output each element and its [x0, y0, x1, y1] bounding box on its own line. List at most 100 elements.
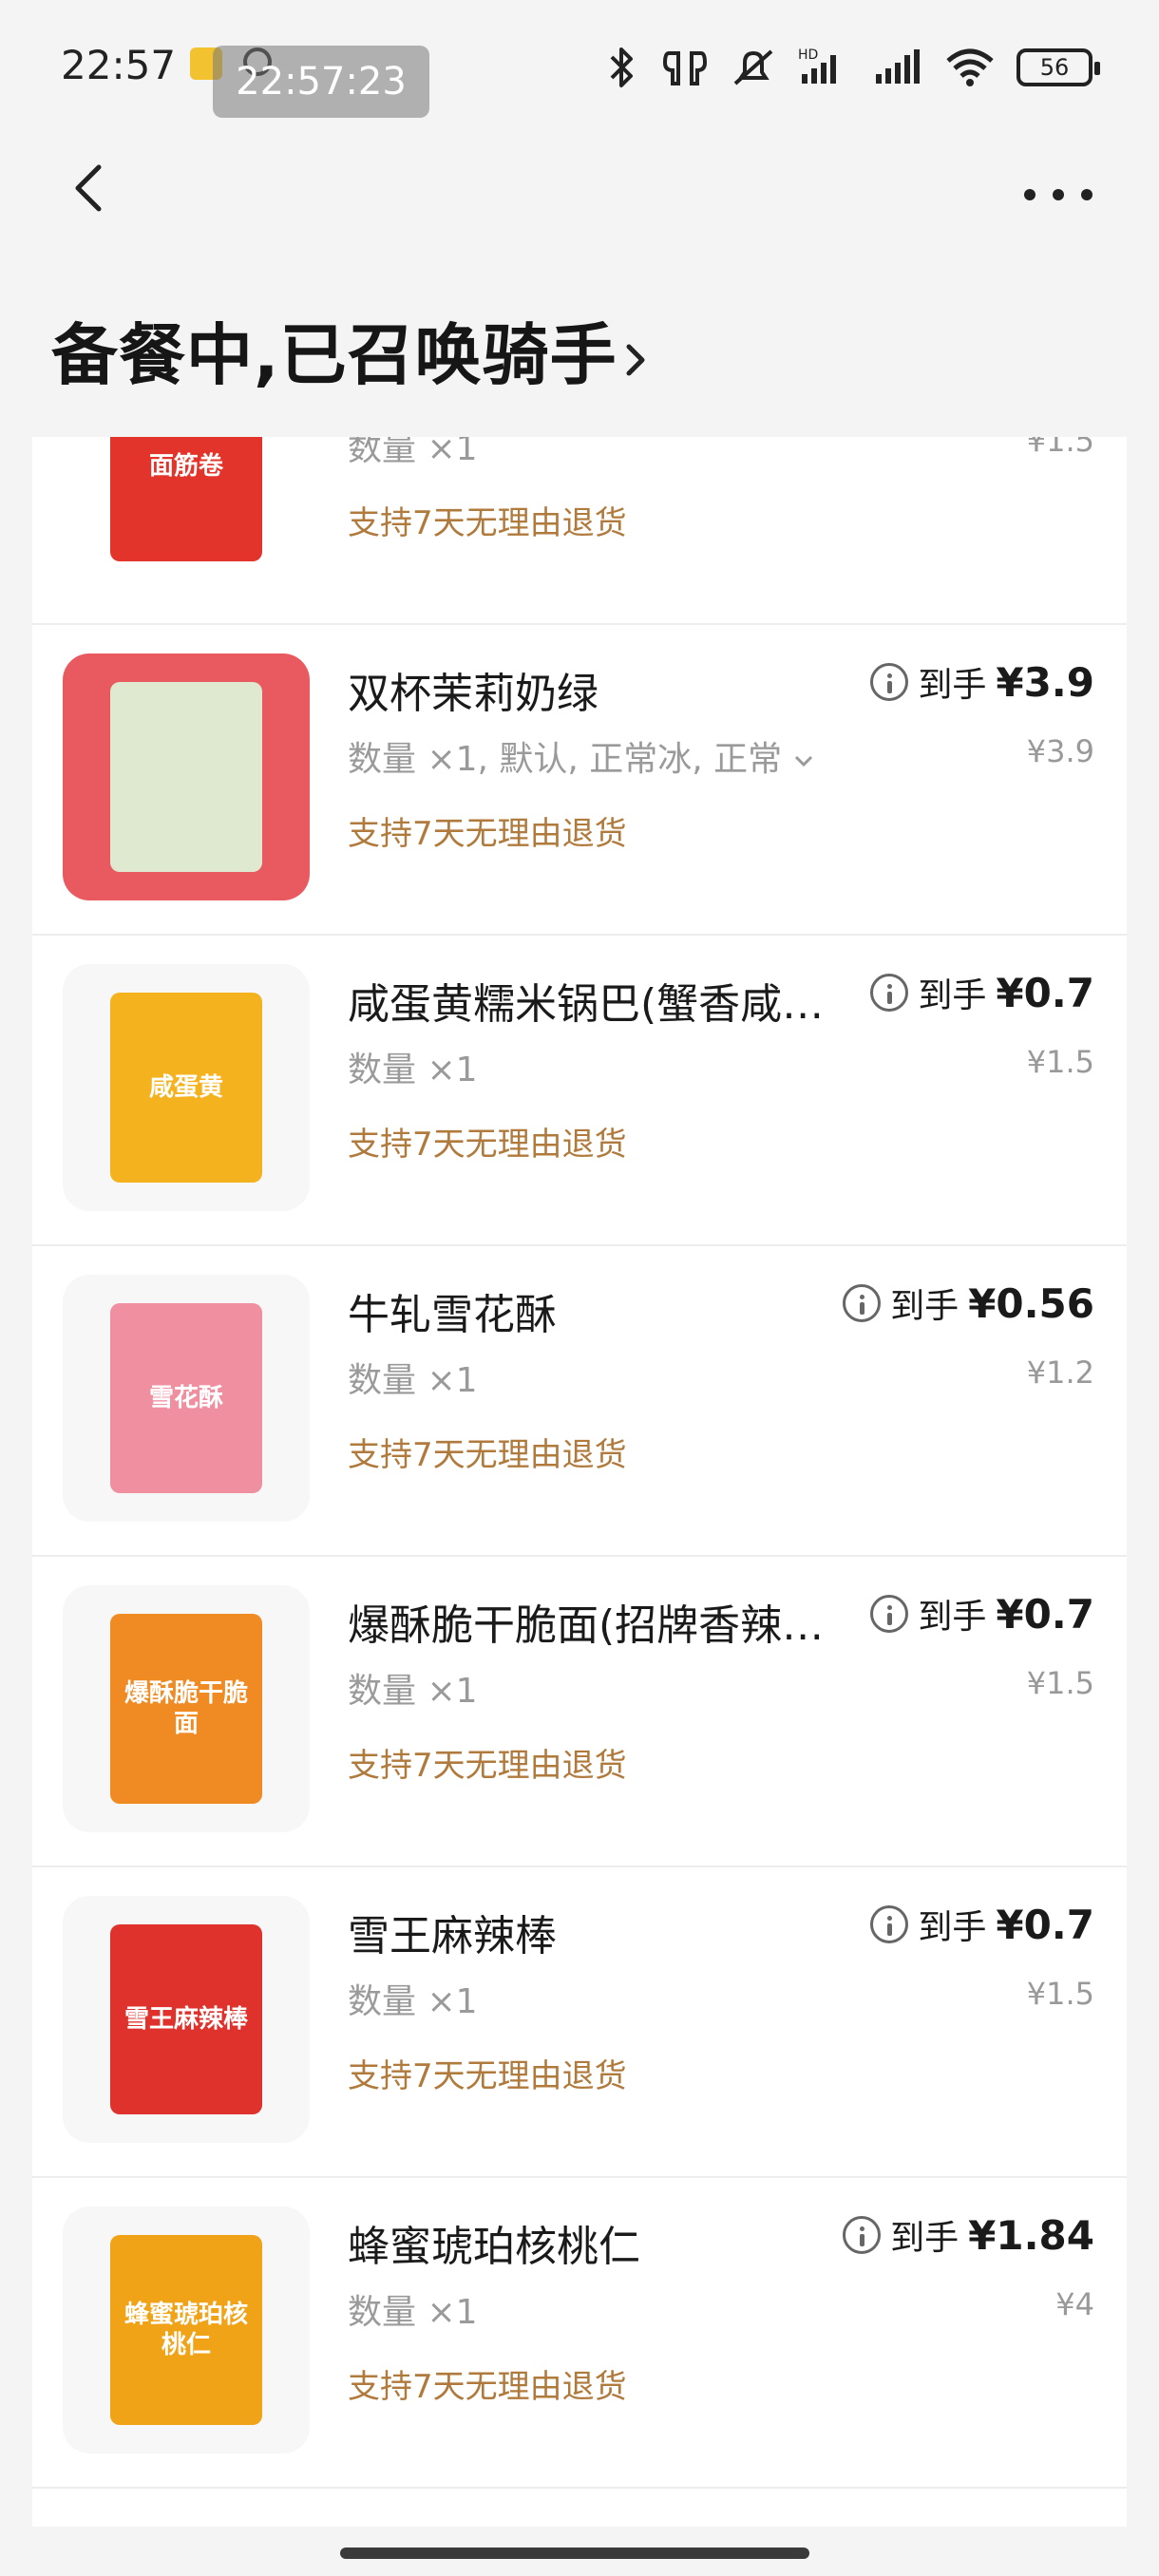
product-package: 面筋卷 — [110, 437, 262, 561]
original-price: ¥4 — [1055, 2286, 1094, 2322]
status-icons: HD 56 — [602, 44, 1100, 91]
status-bar: 22:57 22:57:23 HD 56 — [0, 0, 1159, 142]
product-name: 牛轧雪花酥 — [348, 1291, 557, 1339]
return-policy: 支持7天无理由退货 — [348, 1126, 627, 1164]
original-price: ¥1.5 — [1026, 1044, 1094, 1080]
product-name: 咸蛋黄糯米锅巴(蟹香咸… — [348, 980, 825, 1029]
order-status-text: 备餐中,已召唤骑手 — [51, 316, 618, 394]
product-spec[interactable]: 数量 ×1, 默认, 正常冰, 正常 — [348, 731, 814, 781]
product-name: 蜂蜜琥珀核桃仁 — [348, 2223, 640, 2271]
final-price-label: 到手 — [918, 1908, 987, 1947]
product-package: 雪花酥 — [110, 1303, 262, 1493]
return-policy: 支持7天无理由退货 — [348, 1747, 627, 1785]
product-image[interactable]: 面筋卷 — [63, 437, 310, 590]
final-price-group: 到手 ¥0.7 — [870, 1589, 1094, 1638]
order-item[interactable]: 咸蛋黄 咸蛋黄糯米锅巴(蟹香咸… 数量 ×1 支持7天无理由退货 到手 ¥0.7 ¥1.5 — [32, 936, 1127, 1246]
order-item[interactable]: 雪花酥 牛轧雪花酥数量 ×1 支持7天无理由退货 到手 ¥0.56 ¥1.2 — [32, 1246, 1127, 1557]
order-item[interactable]: 面筋卷 数量 ×1 支持7天无理由退货 ¥1.5 — [32, 437, 1127, 625]
product-spec: 数量 ×1 — [348, 1353, 478, 1402]
final-price: ¥0.56 — [968, 1279, 1094, 1327]
screen-time-overlay: 22:57:23 — [213, 46, 429, 118]
product-image[interactable]: 雪王麻辣棒 — [63, 1896, 310, 2143]
status-time: 22:57 — [61, 42, 177, 88]
final-price-group: 到手 ¥1.84 — [843, 2210, 1094, 2260]
order-item[interactable]: 蜂蜜琥珀核桃仁 蜂蜜琥珀核桃仁 数量 ×1 支持7天无理由退货 到手 ¥1.84 ¥4 — [32, 2178, 1127, 2489]
final-price: ¥0.7 — [996, 1901, 1094, 1948]
order-item[interactable]: 双杯茉莉奶绿 数量 ×1, 默认, 正常冰, 正常 支持7天无理由退货 到手 ¥3.9 ¥… — [32, 625, 1127, 936]
return-policy: 支持7天无理由退货 — [348, 2057, 627, 2095]
return-policy: 支持7天无理由退货 — [348, 504, 627, 542]
original-price: ¥1.5 — [1026, 437, 1094, 459]
return-policy: 支持7天无理由退货 — [348, 1436, 627, 1474]
bluetooth-icon — [610, 47, 633, 87]
final-price-group: 到手 ¥3.9 — [870, 657, 1094, 707]
return-policy: 支持7天无理由退货 — [348, 2368, 627, 2406]
product-package: 爆酥脆干脆面 — [110, 1614, 262, 1804]
earbuds-icon — [662, 51, 708, 85]
order-status-title[interactable]: 备餐中,已召唤骑手 — [51, 302, 650, 398]
product-spec-text: 数量 ×1 — [348, 2293, 478, 2332]
info-icon[interactable] — [870, 974, 909, 1012]
product-spec-text: 数量 ×1 — [348, 437, 478, 468]
final-price-label: 到手 — [918, 976, 987, 1015]
product-spec-text: 数量 ×1 — [348, 1982, 478, 2021]
product-package: 咸蛋黄 — [110, 993, 262, 1183]
info-icon[interactable] — [870, 1905, 909, 1943]
divider — [32, 2487, 1127, 2489]
final-price-label: 到手 — [918, 666, 987, 705]
product-spec: 数量 ×1 — [348, 437, 478, 470]
info-icon[interactable] — [843, 2216, 882, 2254]
final-price: ¥1.84 — [968, 2211, 1094, 2259]
final-price-group: 到手 ¥0.7 — [870, 1900, 1094, 1949]
product-package: 蜂蜜琥珀核桃仁 — [110, 2235, 262, 2425]
order-item[interactable]: 爆酥脆干脆面 爆酥脆干脆面(招牌香辣… 数量 ×1 支持7天无理由退货 到手 ¥0.7 ¥1… — [32, 1557, 1127, 1867]
order-items-list: 面筋卷 数量 ×1 支持7天无理由退货 ¥1.5 双杯茉莉奶绿 数量 ×1, 默认, 正常… — [32, 437, 1127, 2527]
product-spec-text: 数量 ×1 — [348, 1051, 478, 1089]
svg-text:HD: HD — [798, 47, 818, 63]
final-price: ¥0.7 — [996, 969, 1094, 1016]
original-price: ¥1.5 — [1026, 1665, 1094, 1701]
info-icon[interactable] — [843, 1284, 882, 1322]
info-icon[interactable] — [870, 663, 909, 701]
final-price-label: 到手 — [918, 1598, 987, 1637]
product-image[interactable]: 雪花酥 — [63, 1275, 310, 1522]
product-spec-text: 数量 ×1 — [348, 1361, 478, 1400]
chevron-down-icon — [795, 755, 813, 767]
product-name: 双杯茉莉奶绿 — [348, 670, 598, 718]
signal-2-icon — [876, 49, 920, 84]
product-image[interactable] — [63, 653, 310, 900]
back-icon[interactable] — [63, 160, 120, 217]
original-price: ¥1.5 — [1026, 1976, 1094, 2012]
final-price-label: 到手 — [890, 1287, 960, 1326]
mute-icon — [733, 49, 773, 85]
product-package — [110, 682, 262, 872]
product-spec: 数量 ×1 — [348, 1042, 478, 1091]
product-spec: 数量 ×1 — [348, 1663, 478, 1713]
final-price: ¥0.7 — [996, 1590, 1094, 1638]
home-indicator[interactable] — [340, 2548, 809, 2559]
final-price-group: 到手 ¥0.7 — [870, 968, 1094, 1017]
original-price: ¥3.9 — [1026, 733, 1094, 769]
original-price: ¥1.2 — [1026, 1354, 1094, 1391]
product-spec-text: 数量 ×1 — [348, 1672, 478, 1711]
final-price-label: 到手 — [890, 2219, 960, 2258]
more-icon[interactable] — [1020, 180, 1096, 209]
return-policy: 支持7天无理由退货 — [348, 815, 627, 853]
signal-icon: HD — [798, 47, 836, 84]
final-price: ¥3.9 — [996, 658, 1094, 706]
battery-icon: 56 — [1016, 48, 1100, 86]
product-spec: 数量 ×1 — [348, 2284, 478, 2334]
product-package: 雪王麻辣棒 — [110, 1924, 262, 2114]
product-image[interactable]: 咸蛋黄 — [63, 964, 310, 1211]
wifi-icon — [946, 48, 994, 86]
product-image[interactable]: 蜂蜜琥珀核桃仁 — [63, 2207, 310, 2453]
product-name: 雪王麻辣棒 — [348, 1912, 557, 1960]
product-spec: 数量 ×1 — [348, 1974, 478, 2023]
info-icon[interactable] — [870, 1595, 909, 1633]
product-spec-text: 数量 ×1, 默认, 正常冰, 正常 — [348, 740, 783, 779]
order-item[interactable]: 雪王麻辣棒 雪王麻辣棒 数量 ×1 支持7天无理由退货 到手 ¥0.7 ¥1.5 — [32, 1867, 1127, 2178]
product-image[interactable]: 爆酥脆干脆面 — [63, 1585, 310, 1832]
product-name: 爆酥脆干脆面(招牌香辣… — [348, 1601, 825, 1650]
final-price-group: 到手 ¥0.56 — [843, 1279, 1094, 1328]
chevron-right-icon — [626, 344, 645, 376]
